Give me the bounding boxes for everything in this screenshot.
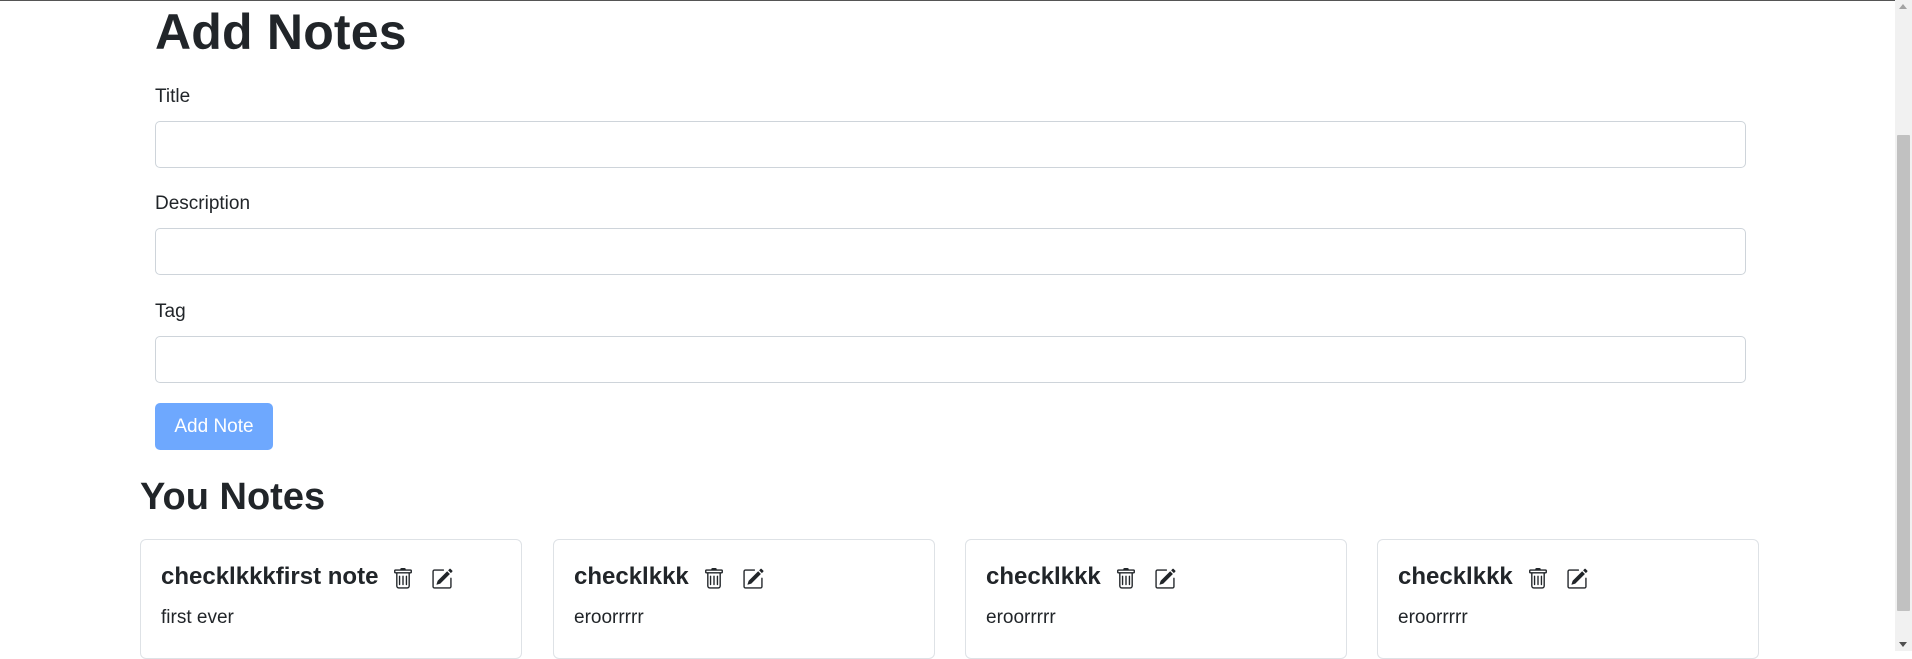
note-card: checklkkk eroorrrrr [1377,539,1759,659]
trash-icon[interactable] [1115,568,1137,590]
description-label: Description [155,193,251,214]
note-card: checklkkk eroorrrrr [553,539,935,659]
note-title: checklkkkfirst note [161,563,379,590]
note-title: checklkkk [986,563,1101,590]
scrollbar-thumb[interactable] [1897,135,1910,611]
note-title: checklkkk [1398,563,1513,590]
edit-icon[interactable] [1566,568,1588,590]
note-description: first ever [161,607,234,628]
note-title-row: checklkkk [1398,562,1588,592]
add-note-button[interactable]: Add Note [155,403,273,450]
note-title-row: checklkkk [986,562,1176,592]
note-description: eroorrrrr [986,607,1056,628]
trash-icon[interactable] [392,568,414,590]
scroll-up-arrow-icon[interactable] [1899,4,1907,9]
vertical-scrollbar[interactable] [1895,0,1912,651]
edit-icon[interactable] [1154,568,1176,590]
note-title-row: checklkkkfirst note [161,562,453,592]
note-description: eroorrrrr [1398,607,1468,628]
window-top-border [0,0,1912,1]
tag-label: Tag [155,301,186,322]
edit-icon[interactable] [431,568,453,590]
note-title-row: checklkkk [574,562,764,592]
title-input[interactable] [155,121,1746,168]
scroll-down-arrow-icon[interactable] [1899,642,1907,647]
note-title: checklkkk [574,563,689,590]
notes-section-title: You Notes [140,476,326,518]
page-title: Add Notes [155,4,407,60]
note-description: eroorrrrr [574,607,644,628]
edit-icon[interactable] [742,568,764,590]
trash-icon[interactable] [703,568,725,590]
description-input[interactable] [155,228,1746,275]
tag-input[interactable] [155,336,1746,383]
note-card: checklkkk eroorrrrr [965,539,1347,659]
trash-icon[interactable] [1527,568,1549,590]
title-label: Title [155,86,191,107]
note-card: checklkkkfirst note first ever [140,539,522,659]
